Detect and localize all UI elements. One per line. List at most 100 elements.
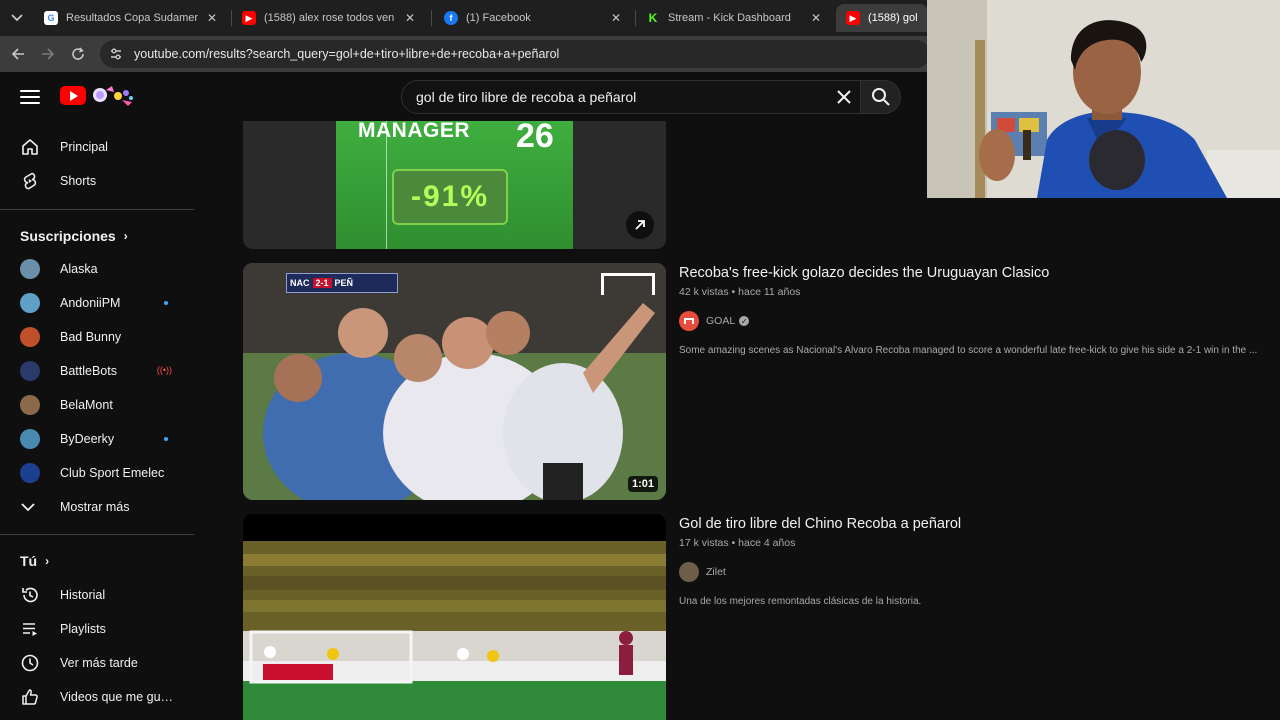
watch-later-icon <box>12 653 48 673</box>
scoreboard-away: PEÑ <box>334 278 354 288</box>
reload-icon <box>72 47 84 60</box>
browser-tab[interactable]: G Resultados Copa Sudamericana ✕ <box>34 4 230 32</box>
video-thumbnail[interactable] <box>243 514 666 720</box>
video-duration: 1:01 <box>627 476 658 492</box>
channel-link[interactable]: Zilet <box>679 562 726 582</box>
sidebar-item-shorts[interactable]: Shorts <box>12 165 194 197</box>
browser-tab[interactable]: f (1) Facebook ✕ <box>434 4 634 32</box>
video-meta: 17 k vistas • hace 4 años <box>679 537 795 549</box>
browser-tab[interactable]: ▶ (1588) alex rose todos ven - YouTube ✕ <box>232 4 428 32</box>
search-button[interactable] <box>861 80 901 114</box>
forward-button[interactable] <box>36 42 60 66</box>
reload-button[interactable] <box>66 42 90 66</box>
channel-link[interactable]: GOAL ✓ <box>679 311 750 331</box>
subscriptions-heading[interactable]: Suscripciones › <box>20 228 128 244</box>
external-link-button[interactable] <box>626 211 654 239</box>
video-thumbnail[interactable]: NAC 2-1 PEÑ 1:01 <box>243 263 666 500</box>
address-url: youtube.com/results?search_query=gol+de+… <box>134 47 560 61</box>
sidebar-item-battlebots[interactable]: BattleBots ((•)) <box>12 355 194 387</box>
ad-brand-text: MANAGER <box>358 121 470 142</box>
ad-discount-badge: -91% <box>392 169 508 225</box>
tab-close-icon[interactable]: ✕ <box>402 11 418 25</box>
external-link-icon <box>635 220 645 230</box>
chevron-down-icon <box>12 502 48 512</box>
scoreboard-score: 2-1 <box>312 278 332 288</box>
tab-title: Stream - Kick Dashboard <box>668 12 791 24</box>
shorts-icon <box>12 171 48 191</box>
sidebar-item-label: Playlists <box>60 622 106 636</box>
playlists-icon <box>12 619 48 639</box>
facebook-icon: f <box>444 11 458 25</box>
sidebar-item-label: BattleBots <box>60 364 117 378</box>
channel-name: GOAL <box>706 315 736 327</box>
webcam-overlay <box>927 0 1280 198</box>
tab-search-menu-button[interactable] <box>6 8 28 28</box>
sidebar-item-watch-later[interactable]: Ver más tarde <box>12 647 194 679</box>
meta-separator: • <box>731 286 736 298</box>
youtube-icon: ▶ <box>846 11 860 25</box>
goal-logo-icon <box>601 273 655 295</box>
tab-close-icon[interactable]: ✕ <box>608 11 624 25</box>
new-content-dot <box>164 437 168 441</box>
ad-thumbnail[interactable]: MANAGER 26 -91% <box>243 121 666 249</box>
tab-separator <box>431 10 432 26</box>
sidebar-item-label: Shorts <box>60 174 97 188</box>
sidebar-item-label: Ver más tarde <box>60 656 138 670</box>
channel-name: Zilet <box>706 566 726 578</box>
tab-title: (1588) alex rose todos ven - YouTube <box>264 12 396 24</box>
sidebar-item-alaska[interactable]: Alaska <box>12 253 194 285</box>
tab-close-icon[interactable]: ✕ <box>204 11 220 25</box>
site-info-icon[interactable] <box>108 46 124 62</box>
browser-tab[interactable]: K Stream - Kick Dashboard ✕ <box>636 4 834 32</box>
sidebar-item-label: AndoniiPM <box>60 296 121 310</box>
tab-title: (1588) gol de <box>868 12 918 24</box>
subscriptions-title: Suscripciones <box>20 228 116 244</box>
avatar <box>679 311 699 331</box>
avatar <box>20 259 40 279</box>
sidebar-item-club-sport-emelec[interactable]: Club Sport Emelec <box>12 457 194 489</box>
sidebar-item-historial[interactable]: Historial <box>12 579 194 611</box>
ad-discount-text: -91% <box>410 180 490 213</box>
like-icon <box>12 687 48 707</box>
address-bar[interactable]: youtube.com/results?search_query=gol+de+… <box>100 40 930 68</box>
ad-brand-line: MANAGER <box>358 121 470 142</box>
sidebar-item-bad-bunny[interactable]: Bad Bunny <box>12 321 194 353</box>
show-more-button[interactable]: Mostrar más <box>12 491 194 523</box>
avatar <box>20 361 40 381</box>
you-title: Tú <box>20 553 38 569</box>
kick-icon: K <box>646 11 660 25</box>
menu-icon[interactable] <box>18 86 42 108</box>
arrow-right-icon <box>42 48 55 60</box>
clear-search-icon[interactable] <box>828 81 860 113</box>
scoreboard-overlay: NAC 2-1 PEÑ <box>286 273 398 293</box>
ad-pitch-image: MANAGER 26 -91% <box>336 121 573 249</box>
sidebar-item-bydeerky[interactable]: ByDeerky <box>12 423 194 455</box>
doodle-logo-icon[interactable] <box>90 84 136 108</box>
tab-close-icon[interactable]: ✕ <box>808 11 824 25</box>
sidebar-item-principal[interactable]: Principal <box>12 131 194 163</box>
scoreboard-home: NAC <box>290 278 310 288</box>
live-icon: ((•)) <box>156 365 172 375</box>
video-title[interactable]: Recoba's free-kick golazo decides the Ur… <box>679 265 1049 281</box>
sidebar-item-belamont[interactable]: BelaMont <box>12 389 194 421</box>
browser-tab-active[interactable]: ▶ (1588) gol de <box>836 4 928 32</box>
sidebar-item-playlists[interactable]: Playlists <box>12 613 194 645</box>
meta-separator: • <box>731 537 736 549</box>
chevron-right-icon: › <box>123 229 128 243</box>
avatar <box>20 327 40 347</box>
you-heading[interactable]: Tú › <box>20 553 49 569</box>
back-button[interactable] <box>6 42 30 66</box>
sidebar-item-label: Club Sport Emelec <box>60 466 165 480</box>
youtube-logo[interactable] <box>60 86 86 105</box>
sidebar-item-label: Bad Bunny <box>60 330 122 344</box>
video-title[interactable]: Gol de tiro libre del Chino Recoba a peñ… <box>679 516 961 532</box>
chevron-right-icon: › <box>45 554 50 568</box>
upload-age: hace 11 años <box>738 286 801 298</box>
webcam-video <box>927 0 1280 198</box>
sidebar-item-liked-videos[interactable]: Videos que me gus... <box>12 681 194 713</box>
show-more-label: Mostrar más <box>60 500 130 514</box>
sidebar-item-andoniipm[interactable]: AndoniiPM <box>12 287 194 319</box>
new-content-dot <box>164 301 168 305</box>
search-query-text: gol de tiro libre de recoba a peñarol <box>416 89 637 105</box>
search-input[interactable]: gol de tiro libre de recoba a peñarol <box>401 80 861 114</box>
